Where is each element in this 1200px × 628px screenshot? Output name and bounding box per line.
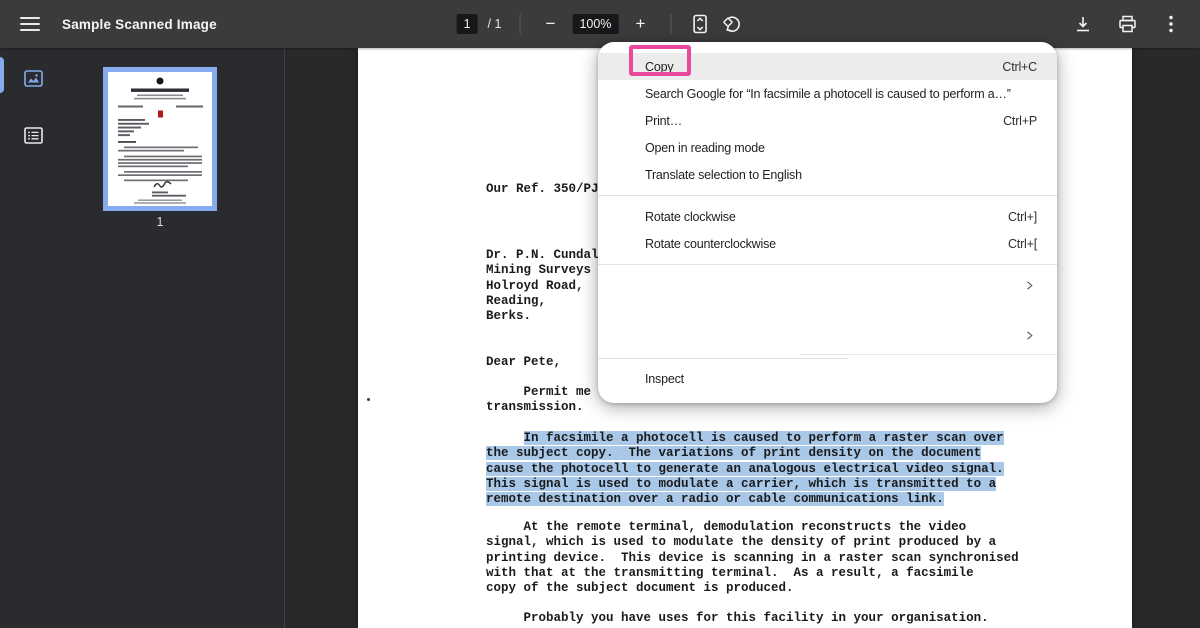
toolbar-divider xyxy=(519,14,521,34)
rotate-icon xyxy=(723,16,740,32)
page-number-input[interactable]: 1 xyxy=(456,14,478,34)
more-options-button[interactable] xyxy=(1160,13,1182,35)
letter-line: At the remote terminal, demodulation rec… xyxy=(486,520,967,534)
menu-item-search-google-for-in-facsimi[interactable]: Search Google for “In facsimile a photoc… xyxy=(598,80,1057,107)
menu-item-shortcut: Ctrl+P xyxy=(1003,113,1037,128)
text-selection: In facsimile a photocell is caused to pe… xyxy=(523,431,1004,445)
menu-item-translate-selection-to-engli[interactable]: Translate selection to English xyxy=(598,161,1057,188)
active-tab-indicator xyxy=(0,57,4,93)
letter-line-selected: remote destination over a radio or cable… xyxy=(486,492,1004,507)
pdf-viewer-window: Sample Scanned Image 1 / 1 − 100% + 1 Ou… xyxy=(0,0,1200,628)
print-icon xyxy=(1118,15,1136,33)
letter-text-block: In facsimile a photocell is caused to pe… xyxy=(486,431,1004,507)
menu-gap xyxy=(598,299,1057,322)
download-icon xyxy=(1077,17,1089,32)
letter-line-selected: In facsimile a photocell is caused to pe… xyxy=(486,431,1004,446)
download-button[interactable] xyxy=(1072,13,1094,35)
zoom-level-badge[interactable]: 100% xyxy=(572,14,619,34)
thumbnail-page-number: 1 xyxy=(156,215,164,229)
menu-item-shortcut: Ctrl+[ xyxy=(1007,236,1037,251)
letter-text-block: Probably you have uses for this facility… xyxy=(486,611,989,626)
menu-separator xyxy=(598,257,1057,272)
zoom-out-button[interactable]: − xyxy=(538,12,562,36)
chevron-right-icon xyxy=(1027,281,1033,290)
menu-item-inspect[interactable]: Inspect xyxy=(598,365,1057,392)
text-selection: remote destination over a radio or cable… xyxy=(486,492,944,507)
menu-item-label: Translate selection to English xyxy=(645,167,802,182)
menu-item-label: Rotate clockwise xyxy=(645,209,736,224)
menu-item-label: Search Google for “In facsimile a photoc… xyxy=(645,86,1011,101)
menu-item-rotate-clockwise[interactable]: Rotate clockwise Ctrl+] xyxy=(598,203,1057,230)
menu-item-copy[interactable]: Copy Ctrl+C xyxy=(598,53,1057,80)
sidebar-tab-outline[interactable] xyxy=(24,127,43,144)
kebab-menu-icon xyxy=(1169,15,1173,33)
letter-line: Dear Pete, xyxy=(486,355,562,369)
print-button[interactable] xyxy=(1116,13,1138,35)
page-thumbnail-preview xyxy=(108,72,212,206)
menu-item-print[interactable]: Print… Ctrl+P xyxy=(598,107,1057,134)
fit-to-page-icon xyxy=(693,14,708,34)
menu-item-submenu[interactable] xyxy=(598,322,1057,349)
page-count-label: / 1 xyxy=(487,17,502,31)
text-selection: cause the photocell to generate an analo… xyxy=(486,461,1004,476)
letter-line-selected: the subject copy. The variations of prin… xyxy=(486,446,1004,461)
thumbnails-icon xyxy=(24,70,43,87)
zoom-in-button[interactable]: + xyxy=(628,12,652,36)
letter-line-selected: cause the photocell to generate an analo… xyxy=(486,461,1004,477)
text-selection: This signal is used to modulate a carrie… xyxy=(486,476,997,491)
toolbar-divider xyxy=(670,14,672,34)
letter-line: printing device. This device is scanning… xyxy=(486,550,1019,565)
letter-line-selected: This signal is used to modulate a carrie… xyxy=(486,476,1004,492)
menu-item-submenu[interactable] xyxy=(598,272,1057,299)
chevron-right-icon xyxy=(1027,331,1033,340)
letter-text-block: At the remote terminal, demodulation rec… xyxy=(486,520,1019,596)
context-menu: Copy Ctrl+C Search Google for “In facsimil… xyxy=(598,42,1057,403)
letter-text-block: Dear Pete, xyxy=(486,355,561,370)
menu-item-label: Copy xyxy=(645,59,674,74)
text-selection: the subject copy. The variations of prin… xyxy=(486,446,982,461)
sidebar-tab-thumbnails[interactable] xyxy=(24,70,43,87)
menu-item-rotate-counterclockwise[interactable]: Rotate counterclockwise Ctrl+[ xyxy=(598,230,1057,257)
fit-to-page-button[interactable] xyxy=(689,13,711,35)
rotate-button[interactable] xyxy=(721,13,743,35)
stray-mark xyxy=(367,398,370,401)
menu-icon[interactable] xyxy=(20,17,40,31)
toolbar: Sample Scanned Image 1 / 1 − 100% + xyxy=(0,0,1200,48)
document-outline-icon xyxy=(24,127,43,144)
menu-item-label: Rotate counterclockwise xyxy=(645,236,776,251)
menu-item-label: Print… xyxy=(645,113,683,128)
menu-separator xyxy=(598,188,1057,203)
document-title: Sample Scanned Image xyxy=(62,16,217,32)
menu-item-label: Open in reading mode xyxy=(645,140,765,155)
menu-item-open-in-reading-mode[interactable]: Open in reading mode xyxy=(598,134,1057,161)
menu-item-label: Inspect xyxy=(645,371,684,386)
page-thumbnail[interactable] xyxy=(103,67,217,211)
letter-line: signal, which is used to modulate the de… xyxy=(486,535,997,550)
letter-line: copy of the subject document is produced… xyxy=(486,581,794,596)
menu-separator xyxy=(598,349,1057,365)
sidebar: 1 xyxy=(0,48,285,628)
menu-item-shortcut: Ctrl+] xyxy=(1007,209,1037,224)
letter-line: with that at the transmitting terminal. … xyxy=(486,565,974,580)
menu-item-shortcut: Ctrl+C xyxy=(1002,59,1037,74)
letter-line: Probably you have uses for this facility… xyxy=(486,611,989,625)
